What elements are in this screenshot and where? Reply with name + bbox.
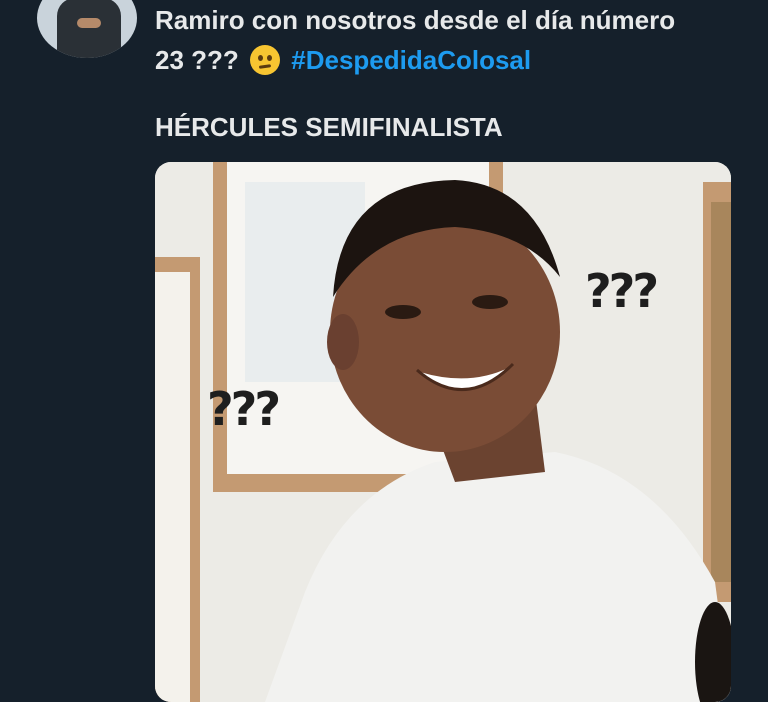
question-marks-left: ??? [207,382,281,436]
avatar-hands [77,18,101,28]
tweet-text-line1: Ramiro con nosotros desde el día número [155,5,676,35]
tweet-media-image[interactable]: ??? ??? [155,162,731,702]
raised-eyebrow-emoji-icon [250,45,281,75]
tweet-text-line2: 23 ??? [155,45,239,75]
hashtag-link[interactable]: #DespedidaColosal [291,45,531,75]
question-marks-right: ??? [585,264,659,318]
avatar[interactable] [37,0,137,58]
avatar-shirt [57,0,121,58]
tweet-text: Ramiro con nosotros desde el día número … [155,0,755,80]
tweet-subtitle: HÉRCULES SEMIFINALISTA [155,112,503,142]
